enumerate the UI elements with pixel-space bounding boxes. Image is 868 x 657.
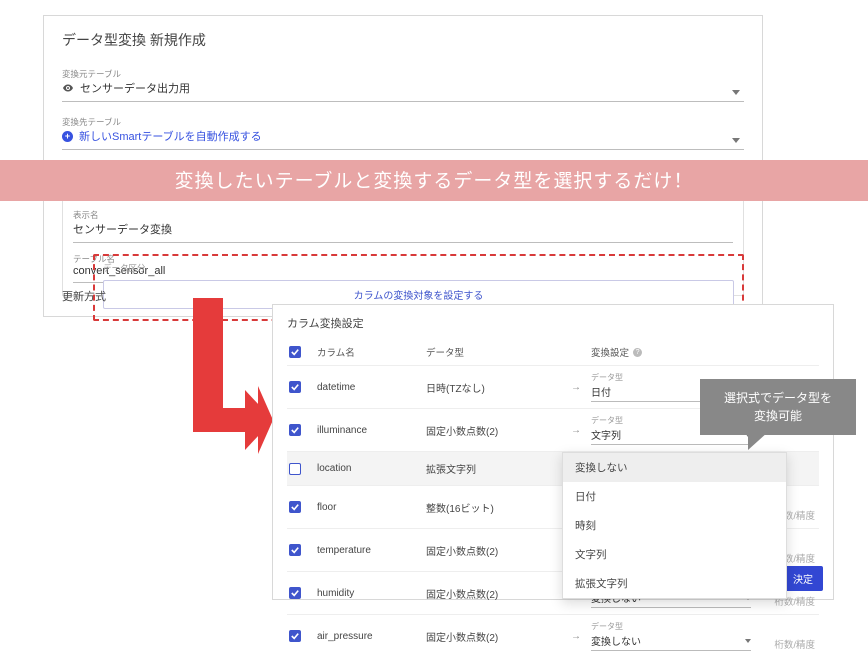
- column-table-header: カラム名 データ型 変換設定 ?: [287, 339, 819, 365]
- row-checkbox[interactable]: [289, 381, 301, 393]
- hdr-conversion: 変換設定 ?: [591, 345, 817, 359]
- row-checkbox[interactable]: [289, 501, 301, 513]
- column-name: floor: [317, 502, 422, 513]
- precision-label: 桁数/精度: [757, 637, 817, 651]
- column-name: temperature: [317, 545, 422, 556]
- column-type: 固定小数点数(2): [426, 629, 561, 644]
- conversion-type-label: データ型: [591, 621, 751, 632]
- source-table-field[interactable]: 変換元テーブル センサーデータ出力用: [62, 64, 744, 102]
- dest-table-field[interactable]: 変換先テーブル + 新しいSmartテーブルを自動作成する: [62, 112, 744, 150]
- dropdown-item[interactable]: 時刻: [563, 511, 786, 540]
- hdr-data-type: データ型: [426, 345, 561, 359]
- plus-icon: +: [62, 131, 73, 142]
- select-all-checkbox[interactable]: [289, 346, 301, 358]
- help-icon[interactable]: ?: [633, 348, 642, 357]
- column-type: 固定小数点数(2): [426, 423, 561, 438]
- source-table-value: センサーデータ出力用: [62, 80, 744, 96]
- column-type: 固定小数点数(2): [426, 586, 561, 601]
- conversion-value: 変換しない: [591, 633, 641, 648]
- chevron-down-icon: [732, 90, 740, 95]
- hdr-conversion-text: 変換設定: [591, 345, 629, 359]
- dropdown-item[interactable]: 変換しない: [563, 453, 786, 482]
- ok-button[interactable]: 決定: [783, 566, 823, 591]
- conversion-value: 日付: [591, 384, 611, 399]
- arrow-right-icon: →: [565, 382, 587, 393]
- display-name-label: 表示名: [73, 209, 733, 221]
- dropdown-item[interactable]: 拡張文字列: [563, 569, 786, 598]
- dest-table-text: 新しいSmartテーブルを自動作成する: [79, 128, 262, 144]
- display-name-value: センサーデータ変換: [73, 221, 733, 237]
- dest-table-value: + 新しいSmartテーブルを自動作成する: [62, 128, 744, 144]
- conversion-cell[interactable]: データ型変換しない 桁数/精度: [591, 621, 817, 651]
- arrow-right-icon: →: [565, 631, 587, 642]
- row-checkbox[interactable]: [289, 463, 301, 475]
- type-dropdown-menu: 変換しない日付時刻文字列拡張文字列: [562, 452, 787, 599]
- tooltip-callout: 選択式でデータ型を 変換可能: [700, 379, 856, 435]
- column-name: illuminance: [317, 425, 422, 436]
- chevron-down-icon: [745, 639, 751, 643]
- display-name-field[interactable]: 表示名 センサーデータ変換: [73, 205, 733, 243]
- red-arrow-icon: [178, 298, 273, 468]
- update-section-title: 更新方式: [62, 288, 106, 304]
- conversion-select[interactable]: 変換しない: [591, 633, 751, 651]
- row-checkbox[interactable]: [289, 630, 301, 642]
- dest-table-label: 変換先テーブル: [62, 116, 744, 128]
- conversion-value: 文字列: [591, 427, 621, 442]
- page-title: データ型変換 新規作成: [62, 30, 744, 50]
- column-name: datetime: [317, 382, 422, 393]
- data-type-label: データ区分: [103, 262, 734, 274]
- table-row: air_pressure 固定小数点数(2) → データ型変換しない 桁数/精度: [287, 614, 819, 657]
- column-name: humidity: [317, 588, 422, 599]
- source-table-label: 変換元テーブル: [62, 68, 744, 80]
- overlay-banner: 変換したいテーブルと変換するデータ型を選択するだけ！: [0, 160, 868, 201]
- row-checkbox[interactable]: [289, 587, 301, 599]
- arrow-right-icon: →: [565, 425, 587, 436]
- dropdown-item[interactable]: 日付: [563, 482, 786, 511]
- row-checkbox[interactable]: [289, 424, 301, 436]
- tooltip-line2: 変換可能: [706, 407, 850, 425]
- eye-icon: [62, 82, 74, 94]
- column-settings-title: カラム変換設定: [287, 315, 819, 331]
- row-checkbox[interactable]: [289, 544, 301, 556]
- hdr-column-name: カラム名: [317, 345, 422, 359]
- chevron-down-icon: [732, 138, 740, 143]
- column-type: 日時(TZなし): [426, 380, 561, 395]
- column-name: location: [317, 463, 422, 474]
- dropdown-item[interactable]: 文字列: [563, 540, 786, 569]
- tooltip-line1: 選択式でデータ型を: [706, 389, 850, 407]
- source-table-text: センサーデータ出力用: [80, 80, 190, 96]
- column-type: 整数(16ビット): [426, 500, 561, 515]
- column-type: 固定小数点数(2): [426, 543, 561, 558]
- column-name: air_pressure: [317, 631, 422, 642]
- column-type: 拡張文字列: [426, 461, 561, 476]
